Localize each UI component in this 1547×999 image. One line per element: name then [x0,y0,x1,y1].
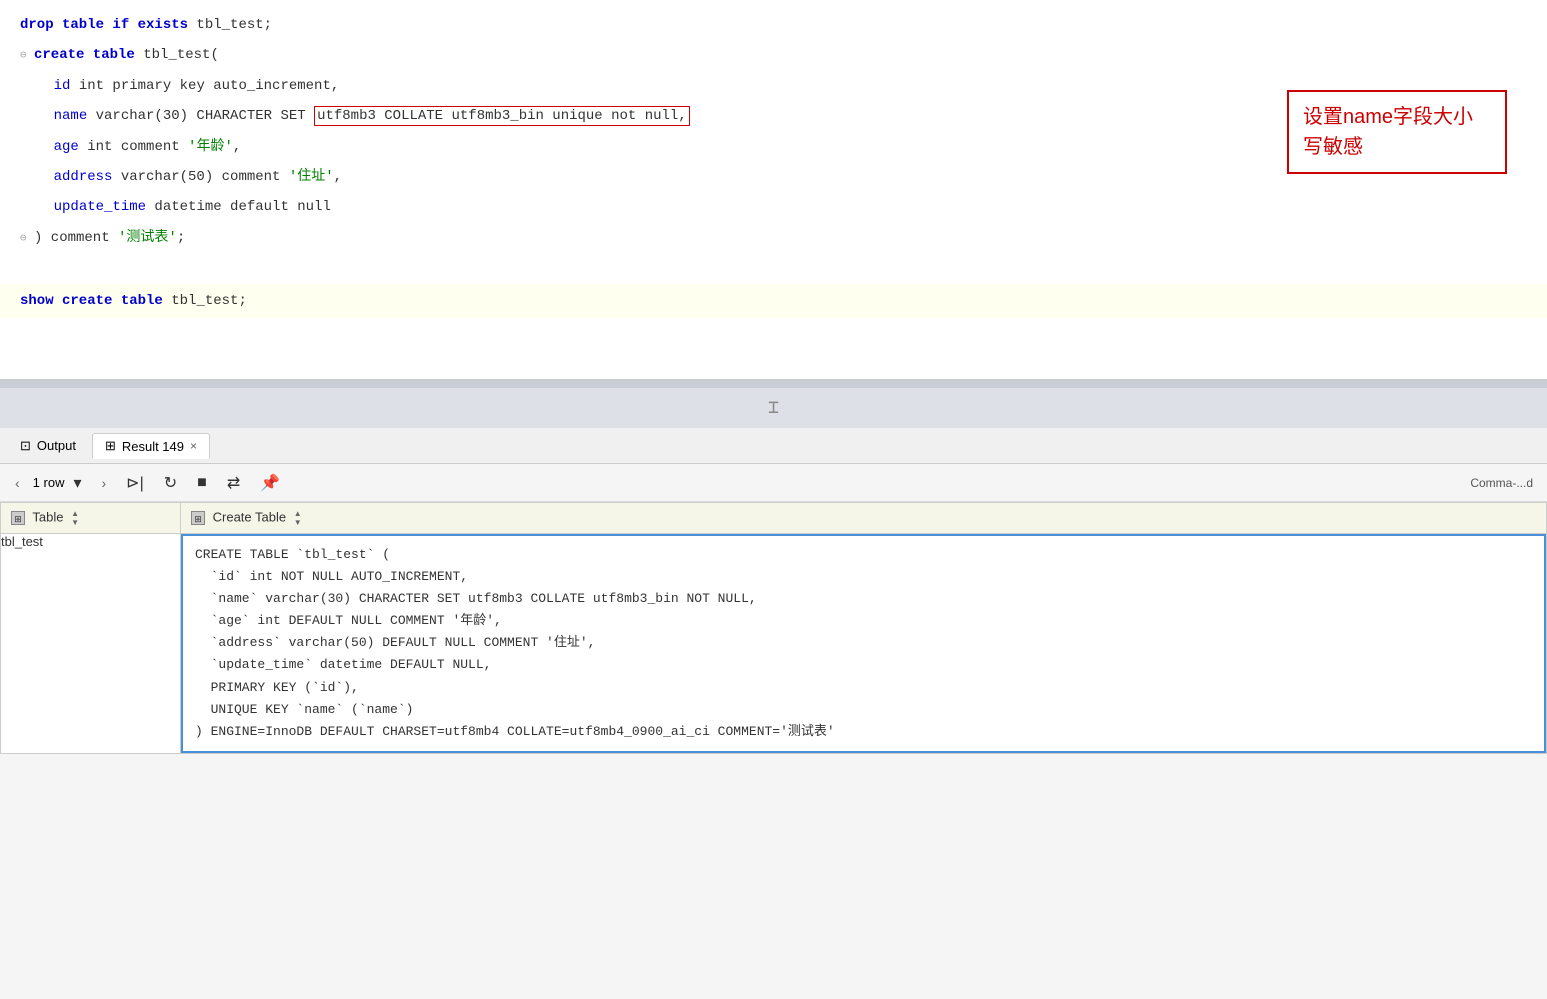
result-toolbar: ‹ 1 row ▾ › ⊳| ↻ ■ ⇄ 📌 Comma-...d [0,464,1547,502]
cell-create-table: CREATE TABLE `tbl_test` ( `id` int NOT N… [181,534,1547,754]
stop-button[interactable]: ■ [190,470,214,496]
table-row: tbl_test CREATE TABLE `tbl_test` ( `id` … [1,534,1547,754]
tab-output[interactable]: ⊡ Output [8,434,88,458]
tab-close-button[interactable]: × [190,439,197,453]
move-icon: ⇄ [227,473,240,493]
table-icon: ⊞ [105,438,116,454]
tab-output-label: Output [37,438,76,453]
col-table-label: Table [32,509,63,524]
annotation-text: 设置name字段大小写敏感 [1303,106,1473,158]
col-create-table-label: Create Table [213,509,286,524]
drag-handle[interactable] [0,380,1547,388]
refresh-icon: ↻ [164,473,177,493]
splitter-bar: ⌶ [0,388,1547,428]
tab-result149-label: Result 149 [122,439,184,454]
table-small-icon: ⊞ [11,511,25,525]
code-line-8: ⊖) comment '测试表'; [0,223,1547,253]
sort-icon-create-table[interactable]: ▲▼ [294,509,302,527]
cell-table-name: tbl_test [1,534,181,754]
rows-label: 1 row [33,475,65,490]
result-data-table: ⊞ Table ▲▼ ⊞ Create Table ▲▼ tbl_test CR… [0,502,1547,754]
annotation-box: 设置name字段大小写敏感 [1287,90,1507,174]
stop-icon: ■ [197,474,207,492]
col-header-table[interactable]: ⊞ Table ▲▼ [1,503,181,534]
col-header-create-table[interactable]: ⊞ Create Table ▲▼ [181,503,1547,534]
editor-panel: drop table if exists tbl_test; ⊖create t… [0,0,1547,428]
show-query-line: show create table tbl_test; [0,284,1547,318]
nav-next-button[interactable]: › [95,471,114,495]
pin-button[interactable]: 📌 [253,469,287,497]
code-line-2: ⊖create table tbl_test( [0,40,1547,70]
code-empty [0,253,1547,283]
create-table-content[interactable]: CREATE TABLE `tbl_test` ( `id` int NOT N… [181,534,1546,753]
row-selector: 1 row ▾ [33,469,89,497]
pin-icon: 📌 [260,473,280,493]
nav-prev-button[interactable]: ‹ [8,471,27,495]
splitter-cursor-icon: ⌶ [768,397,779,419]
code-editor[interactable]: drop table if exists tbl_test; ⊖create t… [0,0,1547,380]
refresh-button[interactable]: ↻ [157,469,184,497]
sort-icon-table[interactable]: ▲▼ [71,509,79,527]
tabs-bar: ⊡ Output ⊞ Result 149 × [0,428,1547,464]
table-small-icon-2: ⊞ [191,511,205,525]
output-icon: ⊡ [20,438,31,454]
bottom-panel: ⊡ Output ⊞ Result 149 × ‹ 1 row ▾ › ⊳| ↻… [0,428,1547,754]
tab-result149[interactable]: ⊞ Result 149 × [92,433,210,459]
rows-dropdown-button[interactable]: ▾ [66,469,88,497]
nav-last-button[interactable]: ⊳| [119,469,151,497]
code-line-1: drop table if exists tbl_test; [0,10,1547,40]
move-button[interactable]: ⇄ [220,469,247,497]
comma-label: Comma-...d [1470,476,1539,490]
code-line-7: update_time datetime default null [0,192,1547,222]
